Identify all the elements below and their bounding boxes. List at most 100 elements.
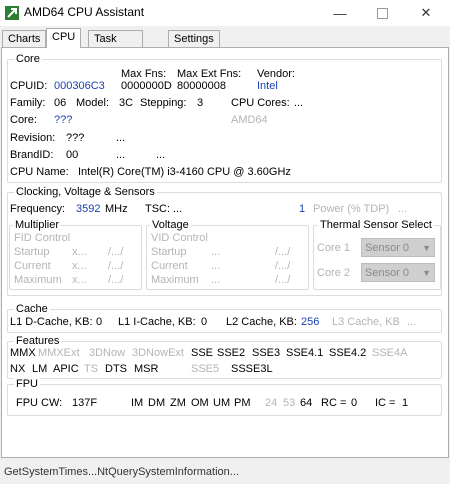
thermal-sensor-group: Thermal Sensor Select Core 1 Sensor 0 ▼ … <box>313 219 441 290</box>
frequency-unit: MHz <box>105 203 128 215</box>
feature-lm: LM <box>32 363 48 375</box>
fpu-flag-im: IM <box>131 397 144 409</box>
brandid-value: 00 <box>66 149 79 161</box>
feature-msr: MSR <box>134 363 159 375</box>
revision-value: ??? <box>66 132 85 144</box>
model-value: 3C <box>119 97 134 109</box>
max-fns-header: Max Fns: <box>121 68 167 80</box>
maximize-icon <box>376 7 388 19</box>
power-label: Power (% TDP) <box>313 203 390 215</box>
multiplier-maximum-fid: /.../ <box>108 274 124 286</box>
close-button[interactable]: ✕ <box>404 0 448 26</box>
cpu-tab-panel: Core Max Fns: Max Ext Fns: Vendor: CPUID… <box>1 47 449 458</box>
cpu-name-label: CPU Name: <box>10 166 69 178</box>
features-group-title: Features <box>14 335 62 347</box>
max-ext-fns-header: Max Ext Fns: <box>177 68 242 80</box>
chevron-down-icon: ▼ <box>422 268 431 278</box>
feature-ssse3l: SSSE3L <box>231 363 273 375</box>
tab-settings[interactable]: Settings <box>168 30 220 47</box>
cpuid-label: CPUID: <box>10 80 48 92</box>
feature-mmxext: MMXExt <box>38 347 80 359</box>
brandid-label: BrandID: <box>10 149 54 161</box>
multiplier-current-fid: /.../ <box>108 260 124 272</box>
tab-charts[interactable]: Charts <box>2 30 47 47</box>
feature-sse42: SSE4.2 <box>329 347 367 359</box>
feature-mmx: MMX <box>10 347 36 359</box>
title-bar: AMD64 CPU Assistant — ✕ <box>0 0 450 26</box>
fpu-ic-value: 1 <box>402 397 409 409</box>
multiplier-current-value: x... <box>72 260 87 272</box>
window-title: AMD64 CPU Assistant <box>24 5 145 19</box>
fpu-flag-zm: ZM <box>170 397 186 409</box>
fpu-ic-label: IC = <box>375 397 396 409</box>
fpu-flag-om: OM <box>191 397 209 409</box>
app-logo-icon <box>5 6 19 20</box>
fpu-group: FPU FPU CW: 137F IM DM ZM OM UM PM 24 53… <box>7 378 442 416</box>
feature-dts: DTS <box>105 363 127 375</box>
multiplier-maximum-value: x... <box>72 274 87 286</box>
thermal-core1-label: Core 1 <box>317 242 351 254</box>
voltage-startup-vid: /.../ <box>275 246 291 258</box>
l2-value: 256 <box>301 316 320 328</box>
family-label: Family: <box>10 97 46 109</box>
core-group-title: Core <box>14 53 42 65</box>
feature-nx: NX <box>10 363 26 375</box>
features-group: Features MMX MMXExt 3DNow 3DNowExt SSE S… <box>7 335 442 379</box>
voltage-startup-label: Startup <box>151 246 187 258</box>
voltage-maximum-vid: /.../ <box>275 274 291 286</box>
cpu-cores-value: ... <box>294 97 304 109</box>
close-icon: ✕ <box>420 5 432 20</box>
voltage-current-vid: /.../ <box>275 260 291 272</box>
multiplier-startup-fid: /.../ <box>108 246 124 258</box>
l3-value: ... <box>407 316 417 328</box>
fpu-group-title: FPU <box>14 378 40 390</box>
vendor-value: Intel <box>257 80 278 92</box>
minimize-button[interactable]: — <box>318 0 362 26</box>
clocking-group-title: Clocking, Voltage & Sensors <box>14 186 157 198</box>
feature-sse5: SSE5 <box>191 363 220 375</box>
multiplier-startup-value: x... <box>72 246 87 258</box>
max-ext-fns-value: 80000008 <box>177 80 226 92</box>
core2-sensor-select[interactable]: Sensor 0 ▼ <box>361 263 435 282</box>
tsc-value: ... <box>173 203 183 215</box>
maximize-button[interactable] <box>360 0 404 26</box>
feature-ts: TS <box>84 363 99 375</box>
feature-sse2: SSE2 <box>217 347 246 359</box>
tsc-label: TSC: <box>145 203 171 215</box>
feature-sse3: SSE3 <box>252 347 281 359</box>
fpu-cw-value: 137F <box>72 397 98 409</box>
cpuid-value: 000306C3 <box>54 80 105 92</box>
core2-sensor-value: Sensor 0 <box>365 267 410 279</box>
l1i-value: 0 <box>201 316 208 328</box>
feature-apic: APIC <box>53 363 79 375</box>
minimize-icon: — <box>333 5 347 21</box>
thermal-core2-label: Core 2 <box>317 267 351 279</box>
app-window: AMD64 CPU Assistant — ✕ Charts CPU Task … <box>0 0 450 484</box>
voltage-startup-value: ... <box>211 246 221 258</box>
l1d-label: L1 D-Cache, KB: <box>10 316 93 328</box>
cache-group: Cache L1 D-Cache, KB: 0 L1 I-Cache, KB: … <box>7 303 442 333</box>
l1i-label: L1 I-Cache, KB: <box>118 316 196 328</box>
cpu-name-value: Intel(R) Core(TM) i3-4160 CPU @ 3.60GHz <box>78 166 291 178</box>
cpu-cores-label: CPU Cores: <box>231 97 290 109</box>
fpu-rc-label: RC = <box>321 397 347 409</box>
core1-sensor-select[interactable]: Sensor 0 ▼ <box>361 238 435 257</box>
tab-task-manager[interactable]: Task Manager <box>88 30 144 61</box>
power-extra: ... <box>398 203 408 215</box>
l2-label: L2 Cache, KB: <box>226 316 297 328</box>
feature-sse41: SSE4.1 <box>286 347 324 359</box>
tab-cpu[interactable]: CPU <box>46 28 82 48</box>
fpu-flag-dm: DM <box>148 397 166 409</box>
multiplier-title: Multiplier <box>13 219 62 231</box>
brandid-extra-2: ... <box>156 149 166 161</box>
l1d-value: 0 <box>96 316 103 328</box>
multiplier-group: Multiplier FID Control Startup x... /...… <box>9 219 142 290</box>
status-text: GetSystemTimes...NtQuerySystemInformatio… <box>4 466 239 478</box>
feature-sse4a: SSE4A <box>372 347 408 359</box>
vendor-header: Vendor: <box>257 68 295 80</box>
frequency-label: Frequency: <box>10 203 66 215</box>
family-value: 06 <box>54 97 67 109</box>
fpu-flag-64: 64 <box>300 397 313 409</box>
fpu-rc-value: 0 <box>351 397 358 409</box>
clocking-group: Clocking, Voltage & Sensors Frequency: 3… <box>7 186 442 296</box>
